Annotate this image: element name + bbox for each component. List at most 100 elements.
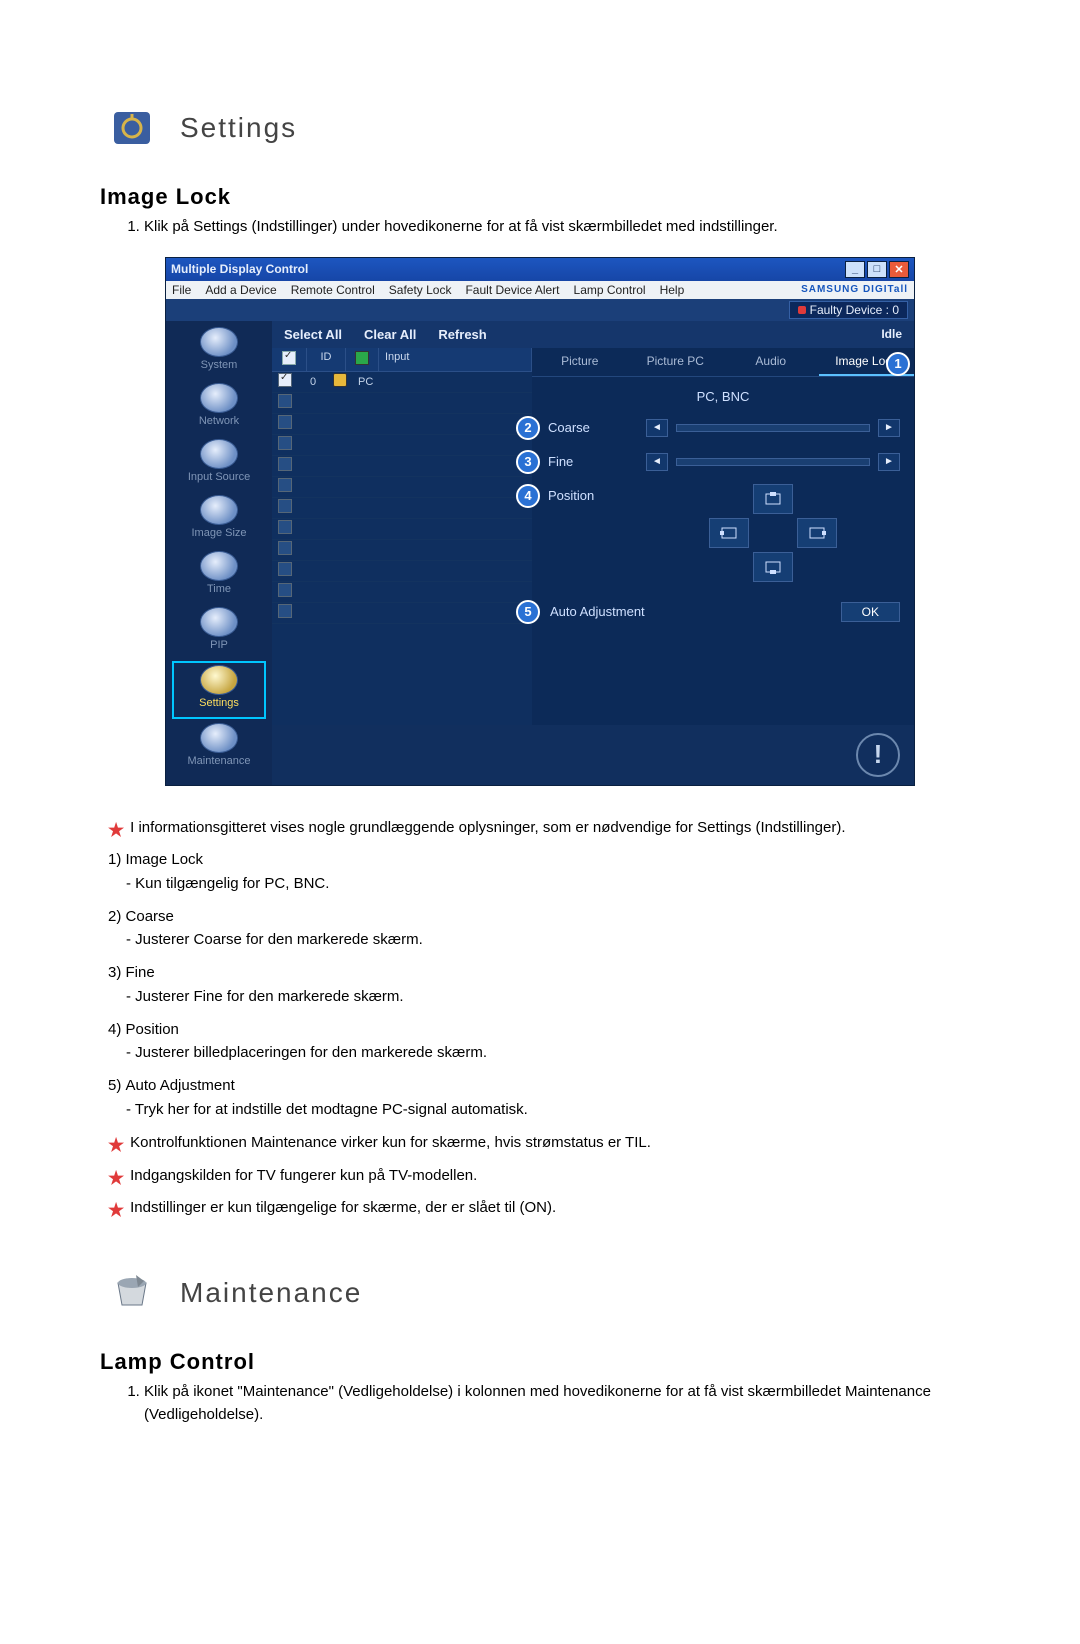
select-all-button[interactable]: Select All [284,327,342,342]
maintenance-title: Maintenance [180,1277,362,1309]
grid-row-empty [272,456,532,477]
tab-audio[interactable]: Audio [723,348,819,376]
grid-row-empty [272,414,532,435]
maintenance-steps: Klik på ikonet "Maintenance" (Vedligehol… [122,1381,1040,1426]
callout-1: 1 [886,352,910,376]
sidebar-item-pip[interactable]: PIP [174,605,264,659]
menu-safety-lock[interactable]: Safety Lock [389,283,452,297]
sidebar-item-settings[interactable]: Settings [172,661,266,719]
toolbar: Select All Clear All Refresh Idle [272,321,914,348]
grid-row-empty [272,561,532,582]
grid-row-empty [272,582,532,603]
row-id: 0 [298,376,328,388]
callout-3: 3 [516,450,540,474]
grid-row-0[interactable]: 0 PC [272,372,532,393]
position-up-button[interactable] [753,484,793,514]
image-lock-heading: Image Lock [100,184,1040,210]
sidebar-item-input-source[interactable]: Input Source [174,437,264,491]
sidebar-item-time[interactable]: Time [174,549,264,603]
callout-5: 5 [516,600,540,624]
maximize-button[interactable]: □ [867,261,887,278]
faulty-device-badge: Faulty Device : 0 [789,301,908,319]
grid-col-id: ID [307,348,346,371]
status-header-icon [355,351,369,365]
row-input: PC [352,376,532,388]
grid-row-empty [272,435,532,456]
menu-help[interactable]: Help [660,283,685,297]
lamp-control-heading: Lamp Control [100,1349,1040,1375]
sidebar-item-maintenance[interactable]: Maintenance [174,721,264,775]
tab-picture-pc[interactable]: Picture PC [628,348,724,376]
coarse-label: Coarse [548,420,638,435]
tab-picture[interactable]: Picture [532,348,628,376]
brand-label: SAMSUNG DIGITall [801,284,908,295]
info-star-3: ★Indgangskilden for TV fungerer kun på T… [108,1164,1010,1193]
info-star-2: ★Kontrolfunktionen Maintenance virker ku… [108,1131,1010,1160]
refresh-button[interactable]: Refresh [438,327,486,342]
fine-control: 3 Fine ◄ ► [546,450,900,474]
app-screenshot: Multiple Display Control _ □ ✕ File Add … [165,257,915,786]
sidebar-item-network[interactable]: Network [174,381,264,435]
settings-title: Settings [180,112,297,144]
menu-lamp-control[interactable]: Lamp Control [574,283,646,297]
grid-row-empty [272,477,532,498]
numbered-info-list: 1) Image Lock- Kun tilgængelig for PC, B… [108,848,1010,1121]
grid-row-empty [272,603,532,624]
settings-panel: Picture Picture PC Audio Image Lock 1 PC… [532,348,914,725]
grid-row-empty [272,519,532,540]
idle-label: Idle [881,327,902,341]
fine-increase-button[interactable]: ► [878,453,900,471]
grid-row-empty [272,393,532,414]
row-status-icon [333,373,347,387]
coarse-increase-button[interactable]: ► [878,419,900,437]
faulty-device-text: Faulty Device : 0 [810,303,899,317]
info-star-4: ★Indstillinger er kun tilgængelige for s… [108,1196,1010,1225]
callout-2: 2 [516,416,540,440]
mode-label: PC, BNC [546,389,900,404]
maintenance-icon [104,1265,160,1321]
ok-button[interactable]: OK [841,602,900,622]
fine-label: Fine [548,454,638,469]
row-checkbox[interactable] [278,373,292,387]
info-star-1: ★I informationsgitteret vises nogle grun… [108,816,1010,845]
settings-header: Settings [104,100,1040,156]
menu-add-device[interactable]: Add a Device [205,283,276,297]
fault-dot-icon [798,306,806,314]
maintenance-step-1: Klik på ikonet "Maintenance" (Vedligehol… [144,1381,1010,1426]
close-button[interactable]: ✕ [889,261,909,278]
auto-adjustment-control: 5 Auto Adjustment OK [546,600,900,624]
coarse-control: 2 Coarse ◄ ► [546,416,900,440]
alert-icon: ! [856,733,900,777]
menu-fault-alert[interactable]: Fault Device Alert [465,283,559,297]
menu-file[interactable]: File [172,283,191,297]
checkbox-header-icon[interactable] [282,351,296,365]
app-footer: ! [272,725,914,785]
coarse-slider[interactable] [676,424,870,432]
fine-decrease-button[interactable]: ◄ [646,453,668,471]
minimize-button[interactable]: _ [845,261,865,278]
grid-row-empty [272,498,532,519]
coarse-decrease-button[interactable]: ◄ [646,419,668,437]
auto-adjustment-label: Auto Adjustment [550,604,831,619]
position-right-button[interactable] [797,518,837,548]
callout-4: 4 [516,484,540,508]
settings-step-1: Klik på Settings (Indstillinger) under h… [144,216,1010,239]
sidebar-item-image-size[interactable]: Image Size [174,493,264,547]
clear-all-button[interactable]: Clear All [364,327,416,342]
position-control: 4 Position [546,484,900,582]
grid-col-input: Input [379,348,532,371]
fine-slider[interactable] [676,458,870,466]
position-down-button[interactable] [753,552,793,582]
app-title: Multiple Display Control [171,262,308,276]
sidebar: System Network Input Source Image Size T… [166,321,272,785]
settings-icon [104,100,160,156]
position-left-button[interactable] [709,518,749,548]
sidebar-item-system[interactable]: System [174,325,264,379]
menu-remote-control[interactable]: Remote Control [291,283,375,297]
titlebar: Multiple Display Control _ □ ✕ [166,258,914,281]
grid-row-empty [272,540,532,561]
maintenance-header: Maintenance [104,1265,1040,1321]
device-grid: ID Input 0 PC [272,348,532,725]
menubar: File Add a Device Remote Control Safety … [166,281,914,299]
settings-steps: Klik på Settings (Indstillinger) under h… [122,216,1040,239]
